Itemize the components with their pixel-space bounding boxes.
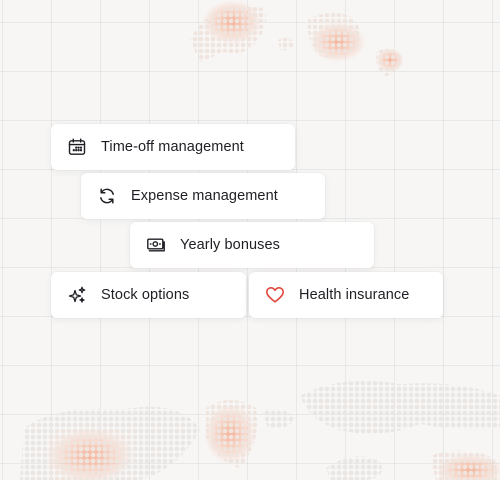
banknote-icon — [146, 235, 166, 255]
benefit-label-bonuses: Yearly bonuses — [180, 237, 281, 253]
benefit-label-stock-options: Stock options — [101, 287, 190, 303]
world-map-bottom-decoration — [20, 380, 500, 480]
benefits-canvas: Time-off management Expense management Y… — [0, 0, 500, 480]
benefit-label-time-off: Time-off management — [101, 139, 244, 155]
refresh-icon — [97, 186, 117, 206]
world-map-top-decoration — [190, 0, 404, 76]
heart-icon — [265, 285, 285, 305]
benefit-card-expense[interactable]: Expense management — [81, 173, 325, 219]
benefit-label-expense: Expense management — [131, 188, 278, 204]
sparkles-icon — [67, 285, 87, 305]
benefit-card-health-insurance[interactable]: Health insurance — [249, 272, 443, 318]
benefit-card-time-off[interactable]: Time-off management — [51, 124, 295, 170]
benefit-card-stock-options[interactable]: Stock options — [51, 272, 246, 318]
benefit-label-health-insurance: Health insurance — [299, 287, 410, 303]
calendar-icon — [67, 137, 87, 157]
benefit-card-bonuses[interactable]: Yearly bonuses — [130, 222, 374, 268]
